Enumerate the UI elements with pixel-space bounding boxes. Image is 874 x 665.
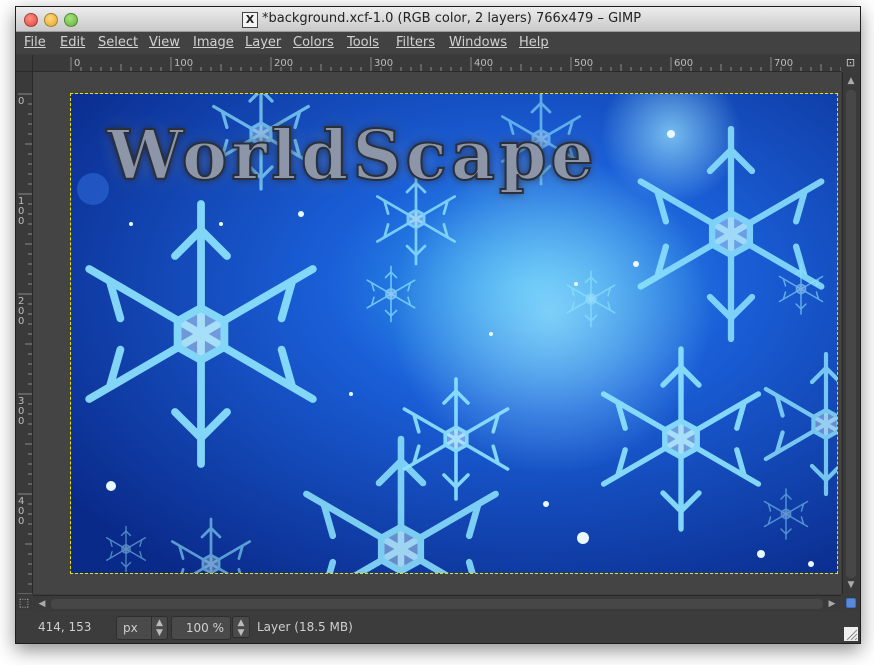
menu-windows[interactable]: Windows: [449, 35, 507, 50]
close-button[interactable]: [24, 13, 38, 27]
menu-file[interactable]: File: [24, 35, 46, 50]
ruler-label: 700: [774, 58, 793, 69]
image-layer[interactable]: WorldScape: [70, 93, 838, 574]
vertical-scroll-thumb[interactable]: [846, 90, 856, 578]
horizontal-scrollbar[interactable]: ◀ ▶: [33, 595, 841, 612]
image-canvas[interactable]: WorldScape: [33, 72, 841, 594]
window-title: *background.xcf-1.0 (RGB color, 2 layers…: [262, 11, 642, 26]
scroll-down-icon[interactable]: ▼: [844, 578, 858, 592]
unit-value: px: [123, 621, 138, 635]
zoom-fit-icon[interactable]: ⊡: [842, 55, 859, 71]
ruler-label: 400: [474, 58, 493, 69]
menu-tools[interactable]: Tools: [347, 35, 379, 50]
vertical-ruler-scale: 0100200300400: [18, 93, 32, 594]
horizontal-scroll-thumb[interactable]: [51, 599, 823, 609]
ruler-label-digit: 0: [18, 216, 24, 227]
zoom-spin-icon[interactable]: ▲ ▼: [232, 616, 250, 638]
scroll-right-icon[interactable]: ▶: [825, 597, 839, 611]
layer-info: Layer (18.5 MB): [257, 620, 353, 634]
zoom-value: 100 %: [185, 621, 224, 635]
navigate-icon[interactable]: [842, 595, 859, 611]
menu-filters[interactable]: Filters: [396, 35, 435, 50]
status-bar: 414, 153 px ▲ ▼ 100 % ▲ ▼ Layer (18.5 MB): [16, 612, 860, 643]
menu-bar: File Edit Select View Image Layer Colors…: [16, 32, 860, 54]
vertical-ruler[interactable]: 0100200300400: [16, 72, 33, 594]
menu-layer[interactable]: Layer: [245, 35, 281, 50]
gimp-window: X *background.xcf-1.0 (RGB color, 2 laye…: [15, 6, 861, 644]
scroll-left-icon[interactable]: ◀: [35, 597, 49, 611]
menu-view[interactable]: View: [149, 35, 180, 50]
minimize-button[interactable]: [44, 13, 58, 27]
ruler-label-digit: 0: [18, 516, 24, 527]
worldscape-logo-text: WorldScape: [106, 115, 598, 197]
ruler-label-digit: 0: [18, 416, 24, 427]
resize-grip-icon[interactable]: [844, 627, 858, 641]
menu-help[interactable]: Help: [519, 35, 549, 50]
quick-mask-icon[interactable]: ⬚: [16, 595, 32, 611]
title-bar: X *background.xcf-1.0 (RGB color, 2 laye…: [16, 7, 860, 32]
pointer-coordinates: 414, 153: [38, 620, 92, 634]
ruler-label: 500: [574, 58, 593, 69]
unit-selector[interactable]: px ▲ ▼: [116, 616, 168, 640]
ruler-label-digit: 0: [18, 316, 24, 327]
menu-colors[interactable]: Colors: [293, 35, 334, 50]
horizontal-ruler[interactable]: 0 100 200 300 400 500 600 700: [33, 55, 841, 72]
zoom-window-button[interactable]: [64, 13, 78, 27]
vertical-scrollbar[interactable]: ▲ ▼: [842, 72, 860, 594]
ruler-label: 100: [174, 58, 193, 69]
ruler-corner: [16, 55, 33, 72]
unit-spin-icon[interactable]: ▲ ▼: [151, 617, 167, 639]
horizontal-ruler-scale: 0 100 200 300 400 500 600 700: [70, 57, 841, 71]
menu-edit[interactable]: Edit: [60, 35, 85, 50]
ruler-label-digit: 0: [18, 96, 24, 107]
menu-image[interactable]: Image: [193, 35, 234, 50]
ruler-label: 0: [74, 58, 80, 69]
x11-app-icon: X: [242, 12, 258, 28]
scroll-up-icon[interactable]: ▲: [844, 74, 858, 88]
menu-select[interactable]: Select: [98, 35, 138, 50]
ruler-label: 200: [274, 58, 293, 69]
ruler-label: 600: [674, 58, 693, 69]
ruler-label: 300: [374, 58, 393, 69]
zoom-input[interactable]: 100 %: [171, 616, 231, 640]
